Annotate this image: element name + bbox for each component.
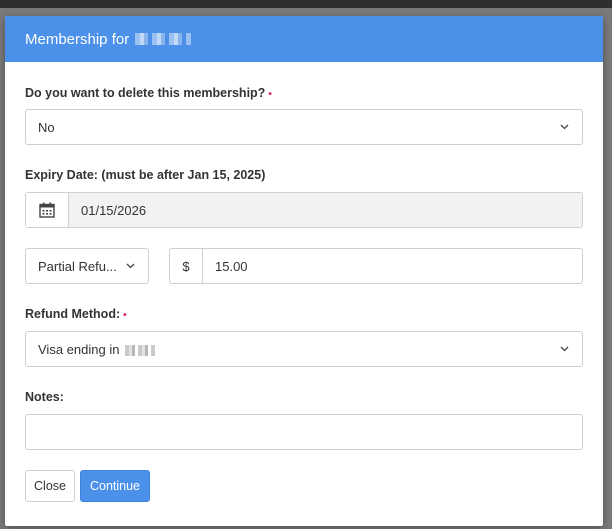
expiry-date-input[interactable]: 01/15/2026 — [69, 193, 582, 227]
background-topbar — [0, 0, 612, 8]
close-button[interactable]: Close — [25, 470, 75, 502]
refund-method-select[interactable]: Visa ending in — [25, 331, 583, 367]
redacted-member-name — [135, 33, 192, 45]
chevron-down-icon — [122, 258, 138, 274]
currency-addon: $ — [170, 249, 203, 283]
membership-modal: Membership for Do you want to delete thi… — [5, 16, 603, 526]
required-marker: • — [123, 310, 127, 321]
chevron-down-icon — [556, 341, 572, 357]
notes-label: Notes: — [25, 390, 64, 404]
required-marker: • — [268, 89, 272, 100]
refund-amount-input[interactable]: 15.00 — [203, 259, 248, 274]
continue-button[interactable]: Continue — [80, 470, 150, 502]
delete-membership-select[interactable]: No — [25, 109, 583, 145]
refund-method-label: Refund Method: • — [25, 307, 127, 321]
refund-method-value: Visa ending in — [26, 342, 556, 357]
modal-title: Membership for — [25, 30, 130, 48]
refund-type-value: Partial Refu... — [38, 258, 117, 274]
delete-membership-label: Do you want to delete this membership? • — [25, 86, 272, 100]
notes-input[interactable] — [25, 414, 583, 450]
redacted-card-digits — [125, 344, 156, 356]
calendar-icon — [39, 202, 55, 218]
chevron-down-icon — [556, 119, 572, 135]
calendar-button[interactable] — [26, 193, 69, 227]
modal-header: Membership for — [5, 16, 603, 62]
expiry-date-field[interactable]: 01/15/2026 — [25, 192, 583, 228]
refund-amount-field[interactable]: $ 15.00 — [169, 248, 583, 284]
refund-type-select[interactable]: Partial Refu... — [25, 248, 149, 284]
delete-membership-value: No — [38, 119, 55, 135]
expiry-date-label: Expiry Date: (must be after Jan 15, 2025… — [25, 168, 266, 182]
